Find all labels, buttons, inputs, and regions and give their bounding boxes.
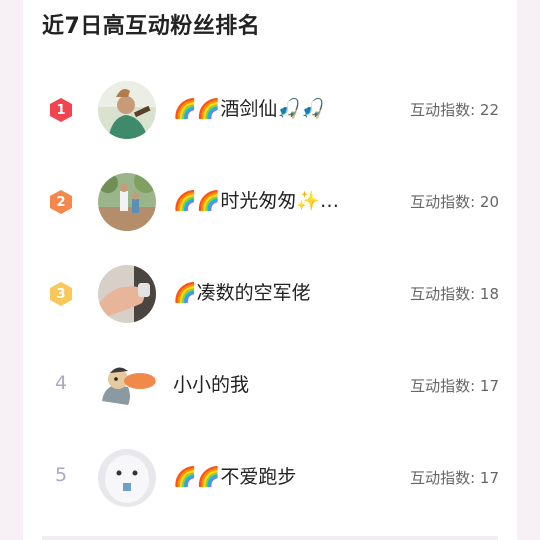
avatar-person-drinking-icon <box>98 81 156 139</box>
score-label: 互动指数: <box>410 469 476 487</box>
avatar-cartoon-character-icon <box>98 357 156 415</box>
interaction-score: 互动指数: 17 <box>410 467 499 488</box>
rank-badge-1: 1 <box>49 97 73 123</box>
avatar-outdoor-family-icon <box>98 173 156 231</box>
score-label: 互动指数: <box>410 285 476 303</box>
fan-name[interactable]: 🌈🌈不爱跑步 <box>173 461 383 493</box>
rank-number: 4 <box>54 372 68 394</box>
interaction-score: 互动指数: 20 <box>410 191 499 212</box>
fan-row[interactable]: 5 🌈🌈不爱跑步 互动指数: 17 <box>23 431 517 523</box>
fan-row[interactable]: 4 小小的我 互动指数: 17 <box>23 339 517 431</box>
score-value: 18 <box>479 285 499 303</box>
score-value: 22 <box>479 101 499 119</box>
avatar[interactable] <box>98 81 156 139</box>
score-value: 17 <box>479 377 499 395</box>
interaction-score: 互动指数: 18 <box>410 283 499 304</box>
interaction-score: 互动指数: 22 <box>410 99 499 120</box>
fan-name[interactable]: 🌈🌈时光匆匆✨… <box>173 185 383 217</box>
rank-badge-3: 3 <box>49 281 73 307</box>
fan-ranking-card: 近7日高互动粉丝排名 1 🌈🌈酒剑仙🎣🎣 互动指数: 22 2 🌈🌈时光匆匆✨…… <box>23 0 517 540</box>
interaction-score: 互动指数: 17 <box>410 375 499 396</box>
score-value: 20 <box>479 193 499 211</box>
divider <box>42 536 498 540</box>
fan-row[interactable]: 3 🌈凑数的空军佬 互动指数: 18 <box>23 247 517 339</box>
fan-name[interactable]: 小小的我 <box>173 369 383 401</box>
avatar[interactable] <box>98 265 156 323</box>
avatar[interactable] <box>98 173 156 231</box>
rank-number: 5 <box>54 464 68 486</box>
score-label: 互动指数: <box>410 101 476 119</box>
avatar-white-figure-icon <box>98 449 156 507</box>
score-label: 互动指数: <box>410 193 476 211</box>
fan-row[interactable]: 2 🌈🌈时光匆匆✨… 互动指数: 20 <box>23 155 517 247</box>
rank-badge-2: 2 <box>49 189 73 215</box>
avatar[interactable] <box>98 357 156 415</box>
fan-name[interactable]: 🌈🌈酒剑仙🎣🎣 <box>173 93 383 125</box>
score-value: 17 <box>479 469 499 487</box>
avatar-hand-closeup-icon <box>98 265 156 323</box>
fan-row[interactable]: 1 🌈🌈酒剑仙🎣🎣 互动指数: 22 <box>23 63 517 155</box>
fan-name[interactable]: 🌈凑数的空军佬 <box>173 277 383 309</box>
avatar[interactable] <box>98 449 156 507</box>
section-title: 近7日高互动粉丝排名 <box>42 14 261 39</box>
score-label: 互动指数: <box>410 377 476 395</box>
